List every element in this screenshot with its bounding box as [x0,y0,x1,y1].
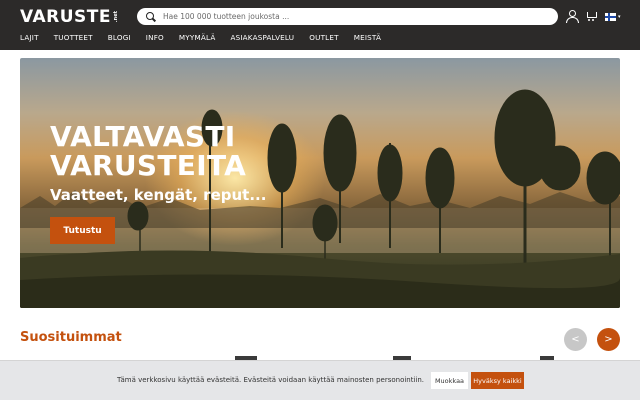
cookie-consent-bar: Tämä verkkosivu käyttää evästeitä. Eväst… [0,360,640,400]
chevron-down-icon[interactable]: ▾ [618,14,621,20]
hero-subtitle: Vaatteet, kengät, reput... [50,186,267,204]
nav-item-blogi[interactable]: BLOGI [108,33,131,43]
finnish-flag-icon[interactable] [605,12,616,21]
site-header: VARUSTE .net ▾ LAJIT TUOTTEET BLOGI INFO… [0,0,640,50]
nav-item-outlet[interactable]: OUTLET [309,33,338,43]
cookie-text: Tämä verkkosivu käyttää evästeitä. Eväst… [117,376,425,384]
nav-item-myymala[interactable]: MYYMÄLÄ [179,33,216,43]
cookie-accept-button[interactable]: Hyväksy kaikki [471,372,524,389]
hero-title: VALTAVASTI VARUSTEITA [50,122,246,180]
carousel-next-button[interactable]: > [597,328,620,351]
nav-item-tuotteet[interactable]: TUOTTEET [54,33,93,43]
cart-icon[interactable] [585,10,597,22]
logo-suffix: .net [113,11,120,23]
section-title-popular: Suosituimmat [20,330,122,345]
user-icon[interactable] [566,10,579,23]
hero-forest-image [20,89,620,308]
search-icon[interactable] [145,11,157,23]
carousel-prev-button[interactable]: < [564,328,587,351]
hero-title-line1: VALTAVASTI [50,120,236,153]
nav-item-asiakaspalvelu[interactable]: ASIAKASPALVELU [230,33,294,43]
search-bar[interactable] [137,8,558,25]
logo-text: VARUSTE [20,7,112,27]
hero-banner[interactable]: VALTAVASTI VARUSTEITA Vaatteet, kengät, … [20,58,620,308]
tutustu-button[interactable]: Tutustu [50,217,115,244]
nav-item-info[interactable]: INFO [146,33,164,43]
search-input[interactable] [163,12,543,21]
nav-item-meista[interactable]: MEISTÄ [354,33,381,43]
nav-item-lajit[interactable]: LAJIT [20,33,39,43]
hero-title-line2: VARUSTEITA [50,149,247,182]
header-icons: ▾ [566,10,621,23]
cookie-edit-button[interactable]: Muokkaa [431,372,468,389]
main-nav: LAJIT TUOTTEET BLOGI INFO MYYMÄLÄ ASIAKA… [20,33,396,43]
varuste-logo[interactable]: VARUSTE .net [20,8,119,26]
